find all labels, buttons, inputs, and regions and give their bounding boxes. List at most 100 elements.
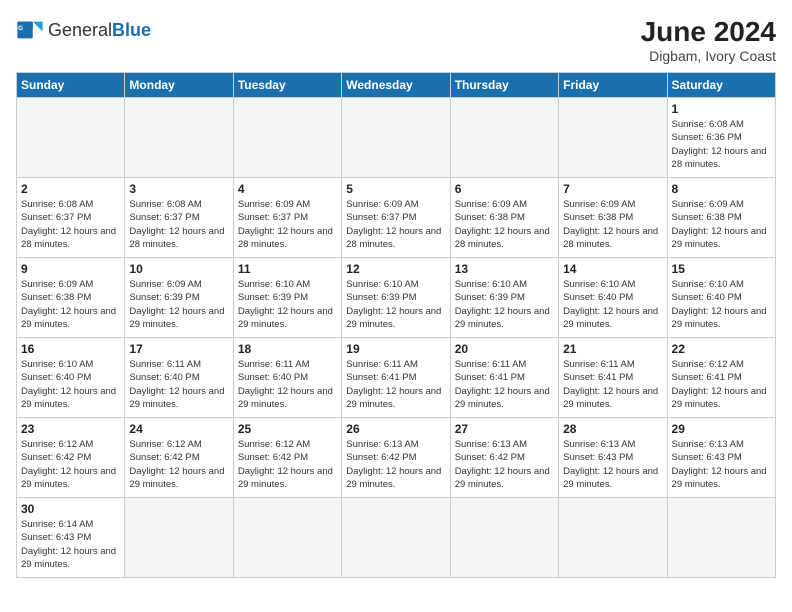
calendar-week-5: 23 Sunrise: 6:12 AMSunset: 6:42 PMDayligh…: [17, 418, 776, 498]
calendar-cell: [342, 98, 450, 178]
day-number: 14: [563, 262, 662, 276]
calendar-cell: 11 Sunrise: 6:10 AMSunset: 6:39 PMDayligh…: [233, 258, 341, 338]
calendar-cell: 14 Sunrise: 6:10 AMSunset: 6:40 PMDayligh…: [559, 258, 667, 338]
day-number: 16: [21, 342, 120, 356]
day-info: Sunrise: 6:10 AMSunset: 6:40 PMDaylight:…: [563, 278, 662, 331]
calendar-cell: 20 Sunrise: 6:11 AMSunset: 6:41 PMDayligh…: [450, 338, 558, 418]
day-info: Sunrise: 6:13 AMSunset: 6:42 PMDaylight:…: [346, 438, 445, 491]
calendar-header-row: SundayMondayTuesdayWednesdayThursdayFrid…: [17, 73, 776, 98]
calendar-cell: 27Sunrise: 6:13 AMSunset: 6:42 PMDayligh…: [450, 418, 558, 498]
day-number: 13: [455, 262, 554, 276]
month-title: June 2024: [641, 16, 776, 48]
calendar-cell: [17, 98, 125, 178]
day-number: 6: [455, 182, 554, 196]
calendar-cell: 3 Sunrise: 6:08 AMSunset: 6:37 PMDaylight…: [125, 178, 233, 258]
location: Digbam, Ivory Coast: [641, 48, 776, 64]
calendar-week-2: 2 Sunrise: 6:08 AMSunset: 6:37 PMDaylight…: [17, 178, 776, 258]
day-number: 19: [346, 342, 445, 356]
calendar-cell: 29 Sunrise: 6:13 AMSunset: 6:43 PMDayligh…: [667, 418, 775, 498]
day-number: 30: [21, 502, 120, 516]
day-number: 8: [672, 182, 771, 196]
day-number: 21: [563, 342, 662, 356]
day-header-monday: Monday: [125, 73, 233, 98]
day-number: 29: [672, 422, 771, 436]
calendar-cell: 25Sunrise: 6:12 AMSunset: 6:42 PMDayligh…: [233, 418, 341, 498]
day-info: Sunrise: 6:11 AMSunset: 6:41 PMDaylight:…: [455, 358, 554, 411]
calendar-cell: 9Sunrise: 6:09 AMSunset: 6:38 PMDaylight…: [17, 258, 125, 338]
calendar-cell: [233, 98, 341, 178]
calendar-cell: 12 Sunrise: 6:10 AMSunset: 6:39 PMDayligh…: [342, 258, 450, 338]
day-number: 7: [563, 182, 662, 196]
day-info: Sunrise: 6:14 AMSunset: 6:43 PMDaylight:…: [21, 518, 120, 571]
calendar-cell: 18 Sunrise: 6:11 AMSunset: 6:40 PMDayligh…: [233, 338, 341, 418]
day-info: Sunrise: 6:09 AMSunset: 6:39 PMDaylight:…: [129, 278, 228, 331]
day-number: 10: [129, 262, 228, 276]
calendar-cell: 8 Sunrise: 6:09 AMSunset: 6:38 PMDaylight…: [667, 178, 775, 258]
day-info: Sunrise: 6:11 AMSunset: 6:40 PMDaylight:…: [129, 358, 228, 411]
calendar-cell: 22Sunrise: 6:12 AMSunset: 6:41 PMDayligh…: [667, 338, 775, 418]
day-info: Sunrise: 6:09 AMSunset: 6:37 PMDaylight:…: [346, 198, 445, 251]
day-info: Sunrise: 6:13 AMSunset: 6:43 PMDaylight:…: [563, 438, 662, 491]
day-info: Sunrise: 6:08 AMSunset: 6:36 PMDaylight:…: [672, 118, 771, 171]
calendar-cell: [125, 98, 233, 178]
calendar-cell: 10 Sunrise: 6:09 AMSunset: 6:39 PMDayligh…: [125, 258, 233, 338]
day-number: 18: [238, 342, 337, 356]
calendar-week-3: 9Sunrise: 6:09 AMSunset: 6:38 PMDaylight…: [17, 258, 776, 338]
calendar-cell: 17 Sunrise: 6:11 AMSunset: 6:40 PMDayligh…: [125, 338, 233, 418]
calendar-cell: 30 Sunrise: 6:14 AMSunset: 6:43 PMDayligh…: [17, 498, 125, 578]
day-info: Sunrise: 6:10 AMSunset: 6:39 PMDaylight:…: [455, 278, 554, 331]
day-header-saturday: Saturday: [667, 73, 775, 98]
day-number: 23: [21, 422, 120, 436]
day-info: Sunrise: 6:08 AMSunset: 6:37 PMDaylight:…: [129, 198, 228, 251]
day-info: Sunrise: 6:11 AMSunset: 6:41 PMDaylight:…: [563, 358, 662, 411]
generalblue-icon: G: [16, 16, 44, 44]
calendar-cell: [342, 498, 450, 578]
calendar-cell: [450, 98, 558, 178]
day-number: 25: [238, 422, 337, 436]
day-info: Sunrise: 6:08 AMSunset: 6:37 PMDaylight:…: [21, 198, 120, 251]
calendar-cell: 5Sunrise: 6:09 AMSunset: 6:37 PMDaylight…: [342, 178, 450, 258]
calendar-cell: 23 Sunrise: 6:12 AMSunset: 6:42 PMDayligh…: [17, 418, 125, 498]
day-number: 12: [346, 262, 445, 276]
day-number: 3: [129, 182, 228, 196]
calendar-week-4: 16 Sunrise: 6:10 AMSunset: 6:40 PMDayligh…: [17, 338, 776, 418]
title-block: June 2024 Digbam, Ivory Coast: [641, 16, 776, 64]
day-header-friday: Friday: [559, 73, 667, 98]
calendar-table: SundayMondayTuesdayWednesdayThursdayFrid…: [16, 72, 776, 578]
day-info: Sunrise: 6:11 AMSunset: 6:40 PMDaylight:…: [238, 358, 337, 411]
day-header-tuesday: Tuesday: [233, 73, 341, 98]
day-header-wednesday: Wednesday: [342, 73, 450, 98]
day-info: Sunrise: 6:09 AMSunset: 6:38 PMDaylight:…: [672, 198, 771, 251]
day-info: Sunrise: 6:10 AMSunset: 6:39 PMDaylight:…: [346, 278, 445, 331]
day-info: Sunrise: 6:10 AMSunset: 6:40 PMDaylight:…: [672, 278, 771, 331]
day-header-sunday: Sunday: [17, 73, 125, 98]
day-number: 26: [346, 422, 445, 436]
calendar-week-6: 30 Sunrise: 6:14 AMSunset: 6:43 PMDayligh…: [17, 498, 776, 578]
day-number: 27: [455, 422, 554, 436]
logo: G GeneralBlue: [16, 16, 151, 44]
calendar-cell: 28Sunrise: 6:13 AMSunset: 6:43 PMDayligh…: [559, 418, 667, 498]
calendar-cell: 13 Sunrise: 6:10 AMSunset: 6:39 PMDayligh…: [450, 258, 558, 338]
calendar-cell: 24 Sunrise: 6:12 AMSunset: 6:42 PMDayligh…: [125, 418, 233, 498]
day-number: 15: [672, 262, 771, 276]
day-number: 17: [129, 342, 228, 356]
day-number: 24: [129, 422, 228, 436]
header: G GeneralBlue June 2024 Digbam, Ivory Co…: [16, 16, 776, 64]
page: G GeneralBlue June 2024 Digbam, Ivory Co…: [0, 0, 792, 612]
day-info: Sunrise: 6:12 AMSunset: 6:42 PMDaylight:…: [129, 438, 228, 491]
calendar-cell: 2 Sunrise: 6:08 AMSunset: 6:37 PMDaylight…: [17, 178, 125, 258]
day-info: Sunrise: 6:09 AMSunset: 6:37 PMDaylight:…: [238, 198, 337, 251]
calendar-cell: [559, 498, 667, 578]
calendar-week-1: 1Sunrise: 6:08 AMSunset: 6:36 PMDaylight…: [17, 98, 776, 178]
day-number: 11: [238, 262, 337, 276]
day-info: Sunrise: 6:10 AMSunset: 6:40 PMDaylight:…: [21, 358, 120, 411]
calendar-cell: 7Sunrise: 6:09 AMSunset: 6:38 PMDaylight…: [559, 178, 667, 258]
day-info: Sunrise: 6:13 AMSunset: 6:43 PMDaylight:…: [672, 438, 771, 491]
calendar-cell: [667, 498, 775, 578]
day-info: Sunrise: 6:10 AMSunset: 6:39 PMDaylight:…: [238, 278, 337, 331]
day-info: Sunrise: 6:12 AMSunset: 6:42 PMDaylight:…: [21, 438, 120, 491]
day-number: 2: [21, 182, 120, 196]
svg-text:G: G: [18, 25, 23, 32]
day-number: 20: [455, 342, 554, 356]
day-number: 22: [672, 342, 771, 356]
